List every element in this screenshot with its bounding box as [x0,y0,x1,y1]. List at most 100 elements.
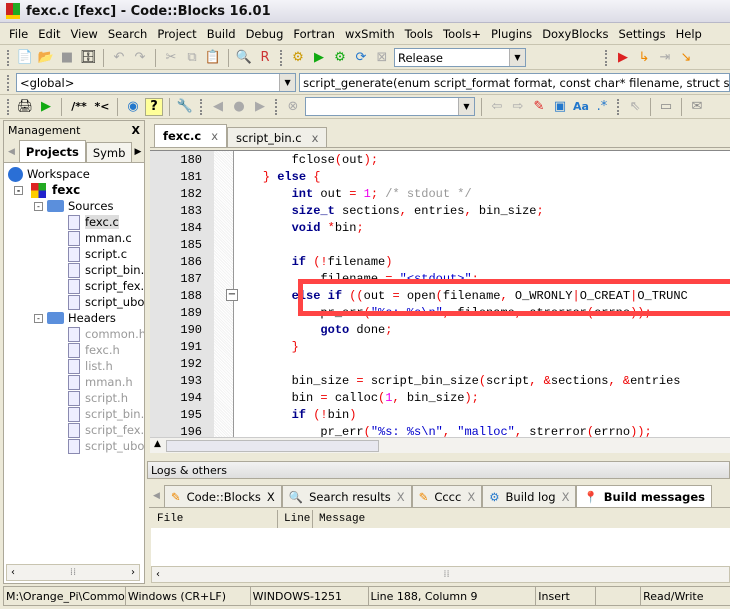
chevron-down-icon[interactable]: ▼ [279,74,296,91]
menu-tools[interactable]: Tools [400,27,438,41]
menu-plugins[interactable]: Plugins [486,27,537,41]
code-editor[interactable]: 180 181 182 183 184 185 186 187 188 189 190 191 192 1… [150,150,730,437]
tree-file[interactable]: script.c [68,246,127,262]
menu-settings[interactable]: Settings [613,27,670,41]
tree-workspace[interactable]: Workspace [8,166,90,182]
tab-script-bin-c[interactable]: script_bin.c x [227,127,328,147]
close-icon[interactable]: X [132,124,140,137]
close-icon[interactable]: X [267,490,275,504]
menu-edit[interactable]: Edit [33,27,65,41]
tree-file[interactable]: mman.c [68,230,132,246]
rectangle-icon[interactable]: ▭ [657,98,675,116]
toggle-bookmark-icon[interactable]: ● [230,98,248,116]
column-message[interactable]: Message [313,510,730,528]
selection-only-icon[interactable]: ▣ [551,98,569,116]
chevron-down-icon[interactable]: ▼ [509,49,525,66]
search-next-icon[interactable]: ⇨ [509,98,527,116]
paste-icon[interactable]: 📋 [204,49,222,67]
tree-file[interactable]: script_bin.c [68,262,144,278]
tab-symbols[interactable]: Symb [85,142,133,162]
menu-tools-plus[interactable]: Tools+ [438,27,486,41]
log-tab-build-messages[interactable]: 📍 Build messages [576,485,712,507]
close-icon[interactable]: x [211,129,218,143]
regex-icon[interactable]: .* [593,98,611,116]
menu-build[interactable]: Build [202,27,241,41]
build-target-select[interactable]: Release ▼ [394,48,526,67]
menu-file[interactable]: File [4,27,33,41]
tree-file[interactable]: script_uboot.c [68,294,144,310]
next-bookmark-icon[interactable]: ▶ [251,98,269,116]
column-line[interactable]: Line [278,510,313,528]
debug-run-icon[interactable]: ▶ [614,49,632,67]
highlight-icon[interactable]: ✎ [530,98,548,116]
tab-scroll-left-icon[interactable]: ◀ [8,147,15,157]
search-prev-icon[interactable]: ⇦ [488,98,506,116]
find-icon[interactable]: 🔍 [235,49,253,67]
abort-icon[interactable]: ⊠ [373,49,391,67]
log-tab-cccc[interactable]: ✎ Cccc X [411,485,483,507]
tree-file[interactable]: fexc.c [68,214,119,230]
tree-file[interactable]: list.h [68,358,113,374]
clear-search-icon[interactable]: ⊗ [284,98,302,116]
copy-icon[interactable]: ⧉ [183,49,201,67]
column-file[interactable]: File [151,510,278,528]
function-select[interactable]: script_generate(enum script_format forma… [299,73,730,92]
menu-fortran[interactable]: Fortran [288,27,340,41]
log-tab-build-log[interactable]: ⚙ Build log X [482,485,577,507]
tree-file[interactable]: script_fex.h [68,422,144,438]
run-target-icon[interactable]: ▶ [37,98,55,116]
scope-select[interactable]: <global> ▼ [15,73,297,92]
build-run-icon[interactable]: ⚙ [331,49,349,67]
debug-window-icon[interactable]: 🖨 [16,98,34,116]
redo-icon[interactable]: ↷ [131,49,149,67]
menu-wxsmith[interactable]: wxSmith [340,27,400,41]
new-file-icon[interactable]: 📄 [16,49,34,67]
replace-icon[interactable]: R [256,49,274,67]
tree-project-fexc[interactable]: - fexc [14,182,80,198]
tree-file[interactable]: script.h [68,390,128,406]
menu-search[interactable]: Search [103,27,153,41]
close-icon[interactable]: x [312,131,319,145]
menu-help[interactable]: Help [671,27,707,41]
log-tab-code-blocks[interactable]: ✎ Code::Blocks X [163,485,282,507]
rebuild-icon[interactable]: ⟳ [352,49,370,67]
incremental-search-input[interactable]: ▼ [305,97,475,116]
open-icon[interactable]: 📂 [37,49,55,67]
next-line-icon[interactable]: ⇥ [656,49,674,67]
collapse-icon[interactable]: - [34,313,43,323]
tree-file[interactable]: script_uboot.h [68,438,144,454]
tab-scroll-left-icon[interactable]: ◀ [153,491,160,501]
collapse-icon[interactable]: - [34,201,43,211]
pointer-icon[interactable]: ⇖ [626,98,644,116]
doxy-line-button[interactable]: *< [93,98,111,116]
prev-bookmark-icon[interactable]: ◀ [209,98,227,116]
undo-icon[interactable]: ↶ [110,49,128,67]
log-tab-search-results[interactable]: 🔍 Search results X [281,485,412,507]
envelope-icon[interactable]: ✉ [688,98,706,116]
tree-file[interactable]: common.h [68,326,144,342]
log-horizontal-scrollbar[interactable]: ‹ ⁞⁞ [151,566,730,583]
tab-fexc-c[interactable]: fexc.c x [154,124,228,147]
save-all-icon[interactable]: 🗄 [79,49,97,67]
close-icon[interactable]: X [397,490,405,504]
tree-file[interactable]: mman.h [68,374,133,390]
close-icon[interactable]: X [562,490,570,504]
toolbar-grip[interactable] [7,49,10,66]
html-docs-icon[interactable]: ◉ [124,98,142,116]
tree-horizontal-scrollbar[interactable]: ‹ ⁞⁞ › [6,564,140,581]
chevron-down-icon[interactable]: ▼ [458,98,474,115]
cut-icon[interactable]: ✂ [162,49,180,67]
collapse-icon[interactable]: - [14,185,23,195]
match-case-icon[interactable]: Aa [572,98,590,116]
help-icon[interactable]: ? [145,97,163,116]
build-gear-icon[interactable]: ⚙ [289,49,307,67]
menu-view[interactable]: View [66,27,103,41]
run-to-cursor-icon[interactable]: ↳ [635,49,653,67]
menu-debug[interactable]: Debug [241,27,289,41]
build-messages-list[interactable]: File Line Message ‹ ⁞⁞ [151,510,730,583]
wrench-icon[interactable]: 🔧 [176,98,194,116]
tab-projects[interactable]: Projects [18,140,86,162]
tab-scroll-right-icon[interactable]: ▶ [134,147,141,157]
doxy-comment-button[interactable]: /** [68,98,90,116]
tree-file[interactable]: fexc.h [68,342,120,358]
